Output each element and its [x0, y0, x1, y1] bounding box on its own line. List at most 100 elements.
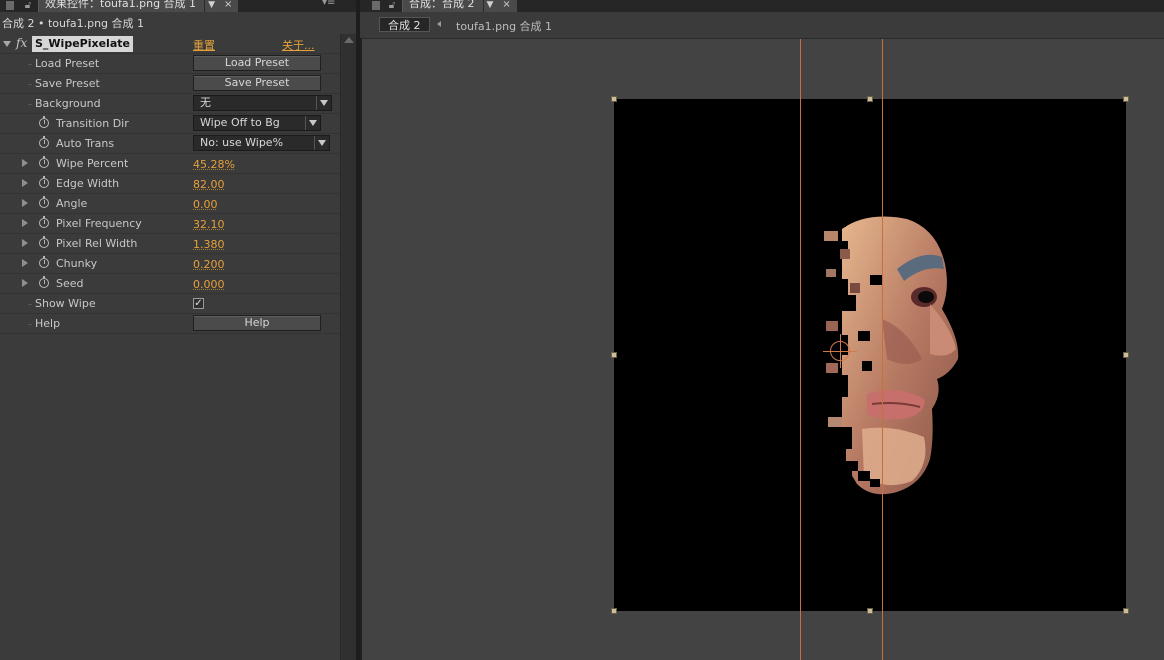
show-wipe-checkbox[interactable]: ✓ [193, 298, 204, 309]
stopwatch-icon[interactable] [39, 196, 49, 208]
chevron-left-icon[interactable] [437, 21, 441, 27]
transform-handle-bottom[interactable] [867, 608, 873, 614]
chevron-down-icon [316, 96, 331, 110]
tab-dropdown-icon[interactable]: ▼ [204, 0, 218, 12]
row-tick [28, 324, 32, 325]
row-tick [28, 64, 32, 65]
stopwatch-icon[interactable] [39, 236, 49, 248]
wipe-pixel-block [858, 331, 870, 341]
pixel-frequency-value[interactable]: 32.10 [193, 218, 225, 231]
tab-composition-label: 合成：合成 2 [409, 0, 475, 10]
transform-handle-top-left[interactable] [611, 96, 617, 102]
twirl-closed-icon[interactable] [22, 239, 28, 247]
edge-width-value[interactable]: 82.00 [193, 178, 225, 191]
param-label: Chunky [56, 257, 98, 270]
breadcrumb-toufa1-comp-1[interactable]: toufa1.png 合成 1 [456, 18, 552, 34]
twirl-closed-icon[interactable] [22, 159, 28, 167]
composition-navigator: 合成 2 toufa1.png 合成 1 [360, 14, 1164, 36]
param-label: Save Preset [35, 77, 100, 90]
stopwatch-icon[interactable] [39, 156, 49, 168]
breadcrumb-comp-2[interactable]: 合成 2 [379, 17, 430, 32]
wipe-pixel-block [812, 209, 846, 227]
background-select[interactable]: 无 [193, 95, 332, 111]
param-label: Edge Width [56, 177, 120, 190]
lock-icon[interactable]: 🔓︎ [386, 0, 398, 11]
viewer-left-edge [360, 38, 362, 660]
wipe-pixel-block [812, 375, 848, 397]
wipe-percent-value[interactable]: 45.28% [193, 158, 235, 171]
stopwatch-icon[interactable] [39, 176, 49, 188]
effect-name[interactable]: S_WipePixelate [32, 36, 133, 52]
param-row-pixel-frequency: Pixel Frequency 32.10 [0, 214, 340, 234]
param-row-angle: Angle 0.00 [0, 194, 340, 214]
stopwatch-icon[interactable] [39, 136, 49, 148]
wipe-pixel-block [812, 295, 856, 311]
wipe-pixel-block [812, 279, 848, 295]
panel-grip-icon[interactable] [372, 1, 380, 10]
effect-controls-panel: 🔓︎ 效果控件：toufa1.png 合成 1 ▼ × ▾≡ 合成 2 • touf… [0, 0, 356, 660]
pixel-rel-width-value[interactable]: 1.380 [193, 238, 225, 251]
stopwatch-icon[interactable] [39, 276, 49, 288]
load-preset-button[interactable]: Load Preset [193, 55, 321, 71]
stopwatch-icon[interactable] [39, 116, 49, 128]
param-label: Background [35, 97, 101, 110]
help-button[interactable]: Help [193, 315, 321, 331]
transform-handle-top-right[interactable] [1123, 96, 1129, 102]
save-preset-button[interactable]: Save Preset [193, 75, 321, 91]
transform-handle-bottom-right[interactable] [1123, 608, 1129, 614]
wipe-pixel-block [828, 417, 842, 427]
transition-dir-select[interactable]: Wipe Off to Bg [193, 115, 321, 131]
reset-link[interactable]: 重置 [193, 37, 215, 53]
close-icon[interactable]: × [502, 0, 510, 12]
transform-handle-right[interactable] [1123, 352, 1129, 358]
param-label: Pixel Rel Width [56, 237, 138, 250]
param-row-chunky: Chunky 0.200 [0, 254, 340, 274]
effect-controls-scrollbar[interactable] [340, 34, 356, 660]
twirl-closed-icon[interactable] [22, 179, 28, 187]
transform-handle-top[interactable] [867, 96, 873, 102]
wipe-pixel-block [826, 321, 838, 331]
twirl-closed-icon[interactable] [22, 259, 28, 267]
lock-icon[interactable]: 🔓︎ [22, 0, 34, 11]
tab-dropdown-icon[interactable]: ▼ [482, 0, 497, 12]
panel-menu-icon[interactable]: ▾≡ [322, 0, 335, 8]
close-icon[interactable]: × [224, 0, 232, 12]
angle-value[interactable]: 0.00 [193, 198, 218, 211]
vertical-guide-line[interactable] [800, 39, 801, 660]
background-select-value: 无 [200, 96, 211, 109]
wipe-pixel-block [858, 471, 870, 481]
row-tick [28, 304, 32, 305]
stopwatch-icon[interactable] [39, 256, 49, 268]
wipe-pixel-block [862, 361, 872, 371]
about-link[interactable]: 关于... [282, 37, 315, 53]
transform-handle-left[interactable] [611, 352, 617, 358]
scroll-up-icon[interactable] [344, 37, 354, 43]
twirl-closed-icon[interactable] [22, 199, 28, 207]
param-row-background: Background 无 [0, 94, 340, 114]
param-label: Pixel Frequency [56, 217, 142, 230]
fx-toggle[interactable]: fx [16, 36, 27, 50]
transform-handle-bottom-left[interactable] [611, 608, 617, 614]
twirl-closed-icon[interactable] [22, 219, 28, 227]
param-label: Angle [56, 197, 88, 210]
stopwatch-icon[interactable] [39, 216, 49, 228]
composition-panel: 🔓︎ 合成：合成 2 ▼ × 合成 2 toufa1.png 合成 1 [360, 0, 1164, 660]
vertical-guide-line[interactable] [882, 39, 883, 660]
param-row-show-wipe: Show Wipe ✓ [0, 294, 340, 314]
auto-trans-select[interactable]: No: use Wipe% [193, 135, 330, 151]
comp-frame[interactable] [611, 96, 1129, 614]
chunky-value[interactable]: 0.200 [193, 258, 225, 271]
wipe-pixel-block [812, 427, 852, 449]
seed-value[interactable]: 0.000 [193, 278, 225, 291]
param-label: Help [35, 317, 61, 330]
panel-grip-icon[interactable] [6, 1, 14, 10]
wipe-pixel-block [812, 469, 852, 499]
tab-composition[interactable]: 合成：合成 2 ▼ × [402, 0, 517, 12]
param-row-help: Help Help [0, 314, 340, 334]
composition-viewer[interactable] [360, 38, 1164, 660]
wipe-pixel-block [812, 397, 836, 415]
tab-effect-controls[interactable]: 效果控件：toufa1.png 合成 1 ▼ × [38, 0, 239, 12]
twirl-open-icon[interactable] [3, 41, 11, 47]
anchor-point-crosshair[interactable] [823, 334, 857, 368]
twirl-closed-icon[interactable] [22, 279, 28, 287]
